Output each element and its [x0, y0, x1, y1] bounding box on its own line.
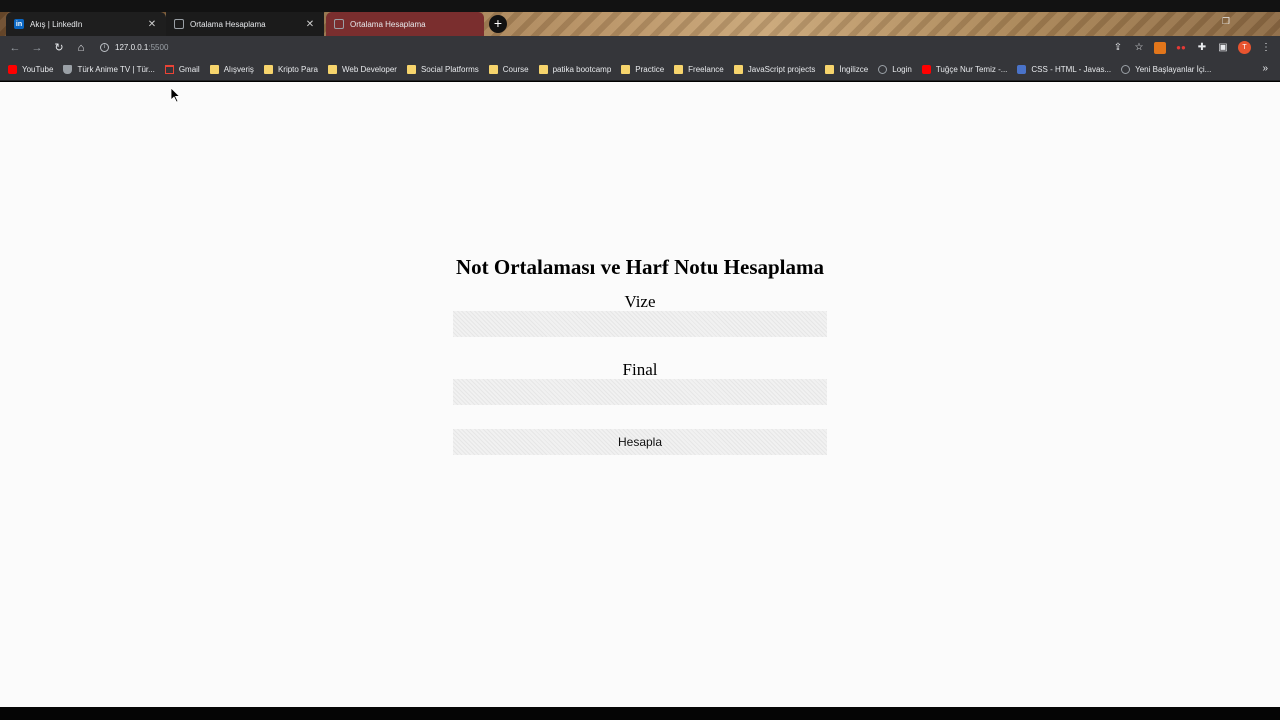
menu-dots-icon[interactable]: ⋮ — [1260, 42, 1272, 54]
bookmark-turk-anime[interactable]: Türk Anime TV | Tür... — [63, 65, 155, 74]
bookmark-folder-kripto[interactable]: Kripto Para — [263, 65, 318, 74]
globe-icon — [1121, 65, 1131, 74]
metamask-extension-icon[interactable] — [1154, 41, 1166, 54]
bookmark-label: Web Developer — [341, 65, 397, 74]
puzzle-icon[interactable]: ✚ — [1196, 42, 1208, 54]
taskbar-strip — [0, 707, 1280, 720]
reload-icon[interactable]: ↻ — [48, 41, 70, 54]
forward-arrow-icon[interactable]: → — [26, 42, 48, 54]
bookmark-login[interactable]: Login — [878, 65, 912, 74]
side-panel-icon[interactable]: ▣ — [1217, 42, 1229, 54]
bookmark-folder-alisveris[interactable]: Alışveriş — [209, 65, 254, 74]
bookmark-label: Kripto Para — [277, 65, 318, 74]
close-icon[interactable]: ✕ — [304, 19, 316, 30]
folder-icon — [538, 65, 548, 74]
bookmark-tugce[interactable]: Tuğçe Nur Temiz -... — [921, 65, 1008, 74]
address-bar[interactable]: i 127.0.0.1:5500 — [94, 38, 1096, 57]
bookmark-label: Türk Anime TV | Tür... — [77, 65, 155, 74]
globe-icon — [174, 19, 184, 29]
bookmark-folder-freelance[interactable]: Freelance — [674, 65, 724, 74]
bookmark-label: Course — [502, 65, 529, 74]
bookmark-label: Alışveriş — [223, 65, 254, 74]
bookmark-label: JavaScript projects — [747, 65, 816, 74]
info-icon[interactable]: i — [100, 43, 109, 52]
bookmark-folder-course[interactable]: Course — [488, 65, 529, 74]
vize-input[interactable] — [453, 311, 827, 337]
folder-icon — [674, 65, 684, 74]
bookmark-label: Gmail — [178, 65, 200, 74]
back-arrow-icon[interactable]: ← — [4, 42, 26, 54]
folder-icon — [406, 65, 416, 74]
bookmark-label: Yeni Başlayanlar İçi... — [1135, 65, 1212, 74]
bookmark-folder-webdev[interactable]: Web Developer — [327, 65, 397, 74]
address-host: 127.0.0.1 — [115, 43, 149, 52]
page-title: Not Ortalaması ve Harf Notu Hesaplama — [455, 255, 825, 279]
page-content: Not Ortalaması ve Harf Notu Hesaplama Vi… — [0, 82, 1280, 707]
bookmark-label: Login — [892, 65, 912, 74]
folder-icon — [733, 65, 743, 74]
bookmark-youtube[interactable]: YouTube — [8, 65, 53, 74]
extension-icon[interactable]: ●● — [1175, 42, 1187, 54]
bookmark-label: CSS - HTML - Javas... — [1031, 65, 1112, 74]
bookmark-label: Tuğçe Nur Temiz -... — [935, 65, 1008, 74]
bookmark-label: YouTube — [22, 65, 54, 74]
folder-icon — [825, 65, 835, 74]
final-input[interactable] — [453, 379, 827, 405]
tab-strip: in Akış | LinkedIn ✕ Ortalama Hesaplama … — [0, 0, 1280, 36]
shield-icon — [63, 65, 73, 74]
chevron-right-icon[interactable]: » — [1262, 63, 1268, 74]
final-label: Final — [622, 360, 658, 379]
gmail-icon — [164, 65, 174, 74]
bookmark-label: Social Platforms — [420, 65, 479, 74]
globe-icon — [878, 65, 888, 74]
profile-avatar[interactable]: T — [1238, 41, 1251, 54]
new-tab-button[interactable]: + — [489, 15, 507, 33]
bookmark-css-html[interactable]: CSS - HTML - Javas... — [1017, 65, 1111, 74]
tab-title: Akış | LinkedIn — [30, 19, 83, 29]
folder-icon — [209, 65, 219, 74]
mouse-cursor-icon — [171, 88, 181, 103]
youtube-icon — [8, 65, 17, 74]
bookmarks-bar: YouTube Türk Anime TV | Tür... Gmail Alı… — [0, 59, 1280, 81]
bookmark-label: Freelance — [688, 65, 724, 74]
tab-title: Ortalama Hesaplama — [190, 19, 266, 29]
tab-ortalama-active[interactable]: Ortalama Hesaplama — [326, 12, 484, 36]
youtube-icon — [921, 65, 931, 74]
bookmark-folder-social[interactable]: Social Platforms — [406, 65, 479, 74]
folder-icon — [621, 65, 631, 74]
address-port: :5500 — [148, 43, 169, 52]
restore-window-icon[interactable]: ❐ — [1222, 16, 1230, 27]
folder-icon — [327, 65, 337, 74]
bookmark-folder-patika[interactable]: patika bootcamp — [538, 65, 612, 74]
browser-toolbar: ← → ↻ ⌂ i 127.0.0.1:5500 ⇪ ☆ ●● ✚ ▣ T ⋮ — [0, 36, 1280, 59]
bookmark-gmail[interactable]: Gmail — [164, 65, 200, 74]
folder-icon — [488, 65, 498, 74]
bookmark-label: İngilizce — [839, 65, 869, 74]
linkedin-icon: in — [14, 19, 24, 29]
globe-icon — [334, 19, 344, 29]
bookmark-folder-ingilizce[interactable]: İngilizce — [825, 65, 868, 74]
tab-title: Ortalama Hesaplama — [350, 19, 426, 29]
close-icon[interactable]: ✕ — [146, 19, 158, 30]
tab-linkedin[interactable]: in Akış | LinkedIn ✕ — [6, 12, 166, 36]
tab-ortalama-1[interactable]: Ortalama Hesaplama ✕ — [166, 12, 324, 36]
hesapla-button[interactable]: Hesapla — [453, 429, 827, 455]
bookmark-folder-practice[interactable]: Practice — [621, 65, 664, 74]
bookmark-label: patika bootcamp — [552, 65, 612, 74]
bookmark-label: Practice — [635, 65, 665, 74]
bookmark-yeni-baslayanlar[interactable]: Yeni Başlayanlar İçi... — [1121, 65, 1211, 74]
vize-label: Vize — [624, 292, 656, 311]
css-icon — [1017, 65, 1027, 74]
home-icon[interactable]: ⌂ — [70, 42, 92, 54]
share-icon[interactable]: ⇪ — [1112, 42, 1124, 54]
bookmark-folder-js-projects[interactable]: JavaScript projects — [733, 65, 816, 74]
star-icon[interactable]: ☆ — [1133, 42, 1145, 54]
folder-icon — [263, 65, 273, 74]
